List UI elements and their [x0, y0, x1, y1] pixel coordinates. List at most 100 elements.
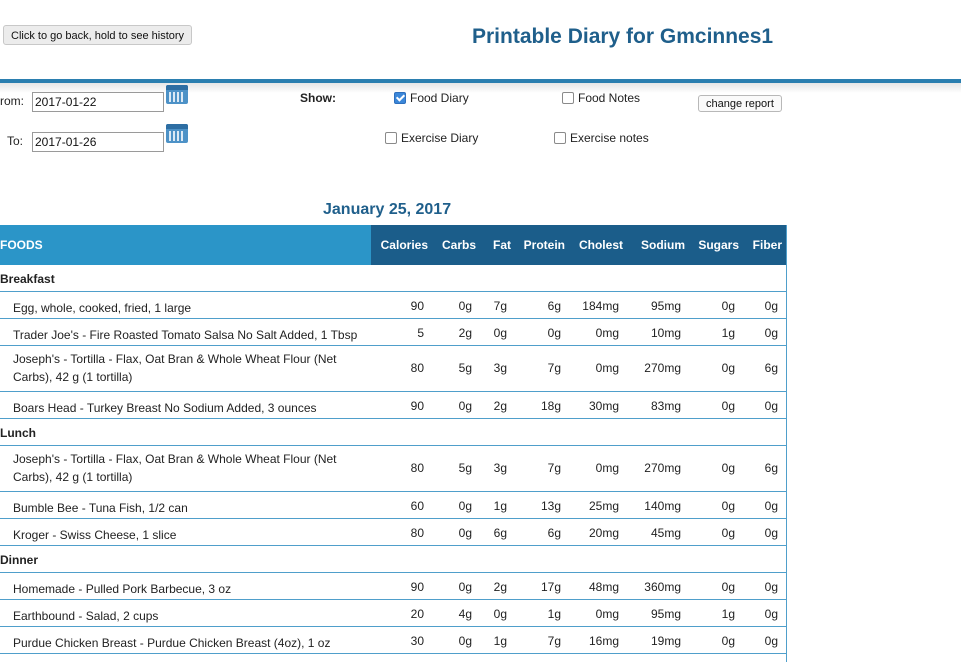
column-header-sodium: Sodium: [641, 238, 685, 252]
column-header-foods: FOODS: [0, 238, 43, 252]
change-report-button[interactable]: change report: [698, 95, 782, 112]
cell-carbs: 0g: [458, 580, 472, 594]
cell-carbs: 5g: [458, 361, 472, 375]
column-header-sugars: Sugars: [698, 238, 739, 252]
food-diary-checkbox[interactable]: Food Diary: [394, 91, 469, 105]
cell-sodium: 270mg: [644, 461, 681, 475]
column-header-protein: Protein: [523, 238, 565, 252]
cell-protein: 7g: [547, 634, 561, 648]
cell-calories: 80: [410, 361, 424, 375]
cell-protein: 13g: [540, 499, 561, 513]
table-row: Joseph's - Tortilla - Flax, Oat Bran & W…: [0, 346, 787, 392]
from-calendar-icon[interactable]: [166, 85, 188, 104]
exercise-diary-checkbox[interactable]: Exercise Diary: [385, 131, 478, 145]
cell-protein: 6g: [547, 526, 561, 540]
table-row: Egg, whole, cooked, fried, 1 large 90 0g 7g…: [0, 292, 787, 319]
food-name: Joseph's - Tortilla - Flax, Oat Bran & W…: [13, 352, 337, 384]
exercise-diary-label: Exercise Diary: [401, 131, 479, 145]
table-row: Purdue Chicken Breast - Purdue Chicken B…: [0, 627, 787, 654]
cell-sugars: 1g: [721, 326, 735, 340]
cell-cholest: 25mg: [588, 499, 619, 513]
cell-sodium: 45mg: [650, 526, 681, 540]
food-notes-checkbox[interactable]: Food Notes: [562, 91, 640, 105]
cell-protein: 7g: [547, 461, 561, 475]
cell-sodium: 10mg: [650, 326, 681, 340]
cell-sodium: 19mg: [650, 634, 681, 648]
cell-sugars: 0g: [721, 526, 735, 540]
cell-cholest: 20mg: [588, 526, 619, 540]
checkbox-unchecked-icon[interactable]: [562, 92, 574, 104]
cell-fiber: 0g: [764, 299, 778, 313]
to-label: To:: [7, 134, 24, 148]
cell-carbs: 5g: [458, 461, 472, 475]
exercise-notes-checkbox[interactable]: Exercise notes: [554, 131, 649, 145]
cell-sugars: 0g: [721, 499, 735, 513]
table-row: Earthbound - Salad, 2 cups 20 4g 0g 1g 0mg 95m…: [0, 600, 787, 627]
cell-fat: 0g: [493, 326, 507, 340]
from-label: rom:: [0, 94, 24, 108]
meal-section-row: Lunch: [0, 419, 787, 446]
food-name: Purdue Chicken Breast - Purdue Chicken B…: [13, 636, 331, 650]
food-name: Egg, whole, cooked, fried, 1 large: [13, 301, 192, 315]
column-header-calories: Calories: [380, 238, 428, 252]
checkbox-unchecked-icon[interactable]: [385, 132, 397, 144]
checkbox-checked-icon[interactable]: [394, 92, 406, 104]
food-name: Homemade - Pulled Pork Barbecue, 3 oz: [13, 582, 232, 596]
cell-cholest: 184mg: [582, 299, 619, 313]
cell-calories: 60: [410, 499, 424, 513]
cell-carbs: 0g: [458, 499, 472, 513]
cell-protein: 7g: [547, 361, 561, 375]
cell-carbs: 0g: [458, 399, 472, 413]
cell-carbs: 2g: [458, 326, 472, 340]
show-label: Show:: [300, 91, 336, 105]
cell-sugars: 0g: [721, 461, 735, 475]
cell-carbs: 0g: [458, 634, 472, 648]
food-name: Boars Head - Turkey Breast No Sodium Add…: [13, 401, 317, 415]
page-title: Printable Diary for Gmcinnes1: [472, 25, 774, 48]
cell-calories: 90: [410, 580, 424, 594]
food-name: Kroger - Swiss Cheese, 1 slice: [13, 528, 177, 542]
cell-fat: 2g: [493, 399, 507, 413]
cell-calories: 80: [410, 526, 424, 540]
column-header-cholest: Cholest: [578, 238, 623, 252]
table-row: Homemade - Pulled Pork Barbecue, 3 oz 90 0…: [0, 573, 787, 600]
cell-sugars: 1g: [721, 607, 735, 621]
cell-sodium: 95mg: [650, 607, 681, 621]
checkbox-unchecked-icon[interactable]: [554, 132, 566, 144]
food-notes-label: Food Notes: [578, 91, 641, 105]
cell-fat: 2g: [493, 580, 507, 594]
cell-sugars: 0g: [721, 580, 735, 594]
cell-fat: 1g: [493, 634, 507, 648]
back-button[interactable]: Click to go back, hold to see history: [3, 25, 193, 45]
table-body: Breakfast Egg, whole, cooked, fried, 1 la…: [0, 265, 787, 654]
cell-fiber: 0g: [764, 399, 778, 413]
cell-fiber: 0g: [764, 526, 778, 540]
cell-calories: 90: [410, 299, 424, 313]
cell-sugars: 0g: [721, 299, 735, 313]
from-date-input[interactable]: [32, 92, 164, 112]
cell-sugars: 0g: [721, 399, 735, 413]
cell-cholest: 0mg: [595, 461, 619, 475]
food-name: Earthbound - Salad, 2 cups: [13, 609, 159, 623]
meal-section-label: Lunch: [0, 426, 36, 440]
table-row: Bumble Bee - Tuna Fish, 1/2 can 60 0g 1g 13g…: [0, 492, 787, 519]
column-header-fat: Fat: [493, 238, 511, 252]
cell-calories: 80: [410, 461, 424, 475]
cell-protein: 1g: [547, 607, 561, 621]
table-right-border: [786, 225, 787, 662]
cell-sodium: 83mg: [650, 399, 681, 413]
table-row: Trader Joe's - Fire Roasted Tomato Salsa…: [0, 319, 787, 346]
cell-sugars: 0g: [721, 361, 735, 375]
table-row: Boars Head - Turkey Breast No Sodium Add…: [0, 392, 787, 419]
cell-calories: 30: [410, 634, 424, 648]
top-bar: Click to go back, hold to see history Pr…: [0, 0, 961, 80]
food-name: Joseph's - Tortilla - Flax, Oat Bran & W…: [13, 452, 337, 484]
cell-sodium: 360mg: [644, 580, 681, 594]
meal-section-label: Dinner: [0, 553, 39, 567]
to-date-input[interactable]: [32, 132, 164, 152]
diary-date-heading: January 25, 2017: [323, 201, 452, 218]
cell-carbs: 0g: [458, 526, 472, 540]
to-calendar-icon[interactable]: [166, 124, 188, 143]
cell-fat: 6g: [493, 526, 507, 540]
cell-protein: 6g: [547, 299, 561, 313]
